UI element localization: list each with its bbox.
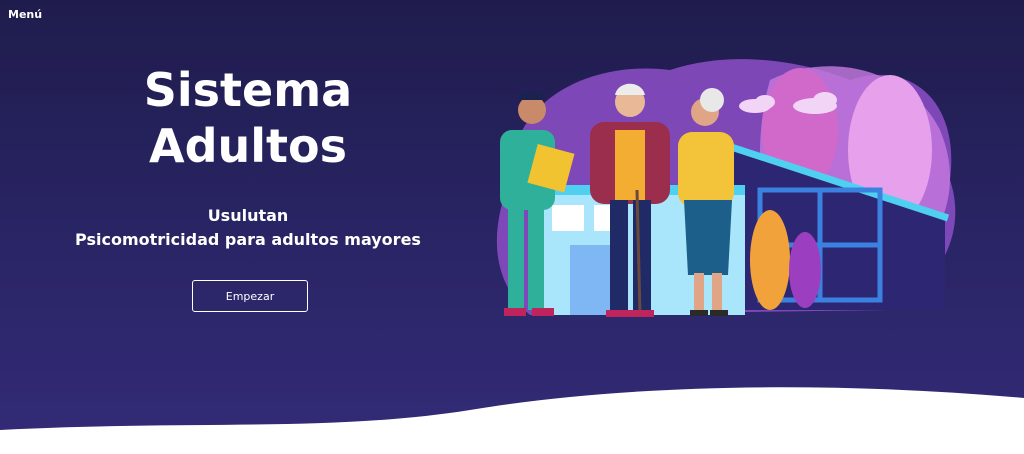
bush-icon bbox=[789, 232, 821, 308]
title-line-1: Sistema bbox=[143, 63, 353, 117]
page-title: Sistema Adultos bbox=[88, 62, 408, 174]
start-button[interactable]: Empezar bbox=[192, 280, 308, 312]
hero-section: Menú Sistema Adultos Usulutan Psicomotri… bbox=[0, 0, 1024, 454]
bush-icon bbox=[750, 210, 790, 310]
hero-subtitle: Usulutan Psicomotricidad para adultos ma… bbox=[40, 204, 456, 252]
location-label: Usulutan bbox=[207, 206, 289, 225]
menu-link[interactable]: Menú bbox=[8, 8, 42, 21]
title-line-2: Adultos bbox=[148, 119, 347, 174]
tagline: Psicomotricidad para adultos mayores bbox=[75, 230, 421, 249]
hero-illustration bbox=[496, 59, 956, 317]
